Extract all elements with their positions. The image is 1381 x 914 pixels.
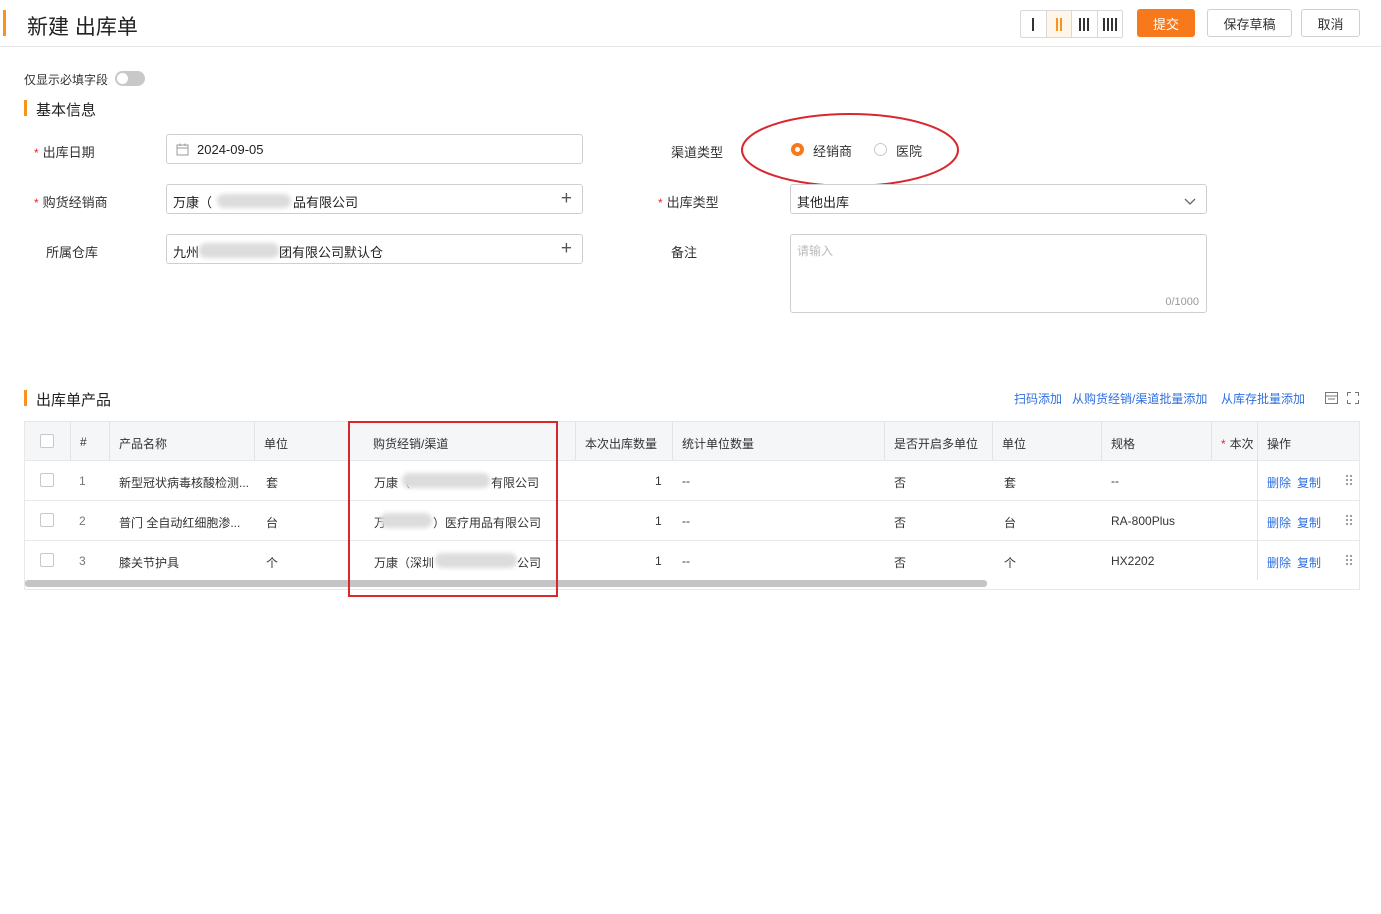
batch-add-from-dealer-link[interactable]: 从购货经销/渠道批量添加 [1072, 390, 1207, 407]
submit-button[interactable]: 提交 [1137, 9, 1195, 37]
table-row: 1 新型冠状病毒核酸检测... 套 万康（ 有限公司 1 -- 否 套 -- 删… [25, 460, 1359, 501]
row-checkbox[interactable] [40, 553, 54, 567]
highlight-rectangle [348, 421, 558, 597]
dealer-label: * 购货经销商 [34, 195, 108, 210]
warehouse-label: 所属仓库 [46, 245, 99, 260]
chevron-down-icon [1184, 194, 1196, 209]
add-warehouse-icon[interactable]: + [561, 239, 572, 259]
page-header: 新建 出库单 提交 保存草稿 取消 [0, 0, 1381, 47]
row-checkbox[interactable] [40, 513, 54, 527]
section-accent-bar [24, 100, 27, 116]
drag-handle-icon[interactable] [1345, 474, 1353, 486]
column-layout-switcher [1020, 10, 1123, 38]
table-row: 2 普门 全自动红细胞渗... 台 万 ）医疗用品有限公司 1 -- 否 台 R… [25, 500, 1359, 541]
column-settings-icon[interactable] [1325, 392, 1338, 407]
outtype-select[interactable]: 其他出库 [790, 184, 1207, 214]
row-checkbox[interactable] [40, 473, 54, 487]
scan-add-link[interactable]: 扫码添加 [1014, 390, 1062, 407]
select-all-checkbox[interactable] [40, 434, 54, 448]
delete-row-button[interactable]: 删除 [1267, 474, 1291, 491]
cancel-button[interactable]: 取消 [1301, 9, 1360, 37]
table-row: 3 膝关节护具 个 万康（深圳 公司 1 -- 否 个 HX2202 删除 复制 [25, 540, 1359, 580]
warehouse-field[interactable]: 九州 团有限公司默认仓 + [166, 234, 583, 264]
remark-label: 备注 [671, 245, 698, 260]
title-accent-bar [3, 10, 6, 36]
layout-3-column-button[interactable] [1072, 11, 1098, 37]
batch-add-from-stock-link[interactable]: 从库存批量添加 [1221, 390, 1305, 407]
drag-handle-icon[interactable] [1345, 554, 1353, 566]
section-accent-bar [24, 390, 27, 406]
drag-handle-icon[interactable] [1345, 514, 1353, 526]
highlight-ellipse [741, 113, 959, 187]
remark-char-count: 0/1000 [1165, 296, 1199, 308]
dealer-field[interactable]: 万康（ 品有限公司 + [166, 184, 583, 214]
copy-row-button[interactable]: 复制 [1297, 554, 1321, 571]
layout-2-column-button[interactable] [1046, 11, 1072, 37]
redacted-blur [199, 243, 279, 258]
layout-1-column-button[interactable] [1021, 11, 1047, 37]
page-title: 新建 出库单 [27, 16, 138, 39]
fullscreen-icon[interactable] [1347, 392, 1359, 407]
save-draft-button[interactable]: 保存草稿 [1207, 9, 1292, 37]
layout-4-column-button[interactable] [1098, 11, 1123, 37]
basic-info-title: 基本信息 [36, 102, 97, 119]
calendar-icon [176, 143, 189, 159]
delete-row-button[interactable]: 删除 [1267, 514, 1291, 531]
products-table: # 产品名称 单位 购货经销/渠道 本次出库数量 统计单位数量 是否开启多单位 … [24, 421, 1360, 590]
redacted-blur [217, 194, 291, 208]
remark-textarea[interactable]: 请输入 0/1000 [790, 234, 1207, 313]
table-header: # 产品名称 单位 购货经销/渠道 本次出库数量 统计单位数量 是否开启多单位 … [25, 422, 1359, 461]
outtype-label: * 出库类型 [658, 195, 719, 210]
products-section-title: 出库单产品 [36, 392, 112, 409]
copy-row-button[interactable]: 复制 [1297, 474, 1321, 491]
add-dealer-icon[interactable]: + [561, 189, 572, 209]
date-label: * 出库日期 [34, 145, 95, 160]
copy-row-button[interactable]: 复制 [1297, 514, 1321, 531]
date-field[interactable]: 2024-09-05 [166, 134, 583, 164]
required-only-label: 仅显示必填字段 [24, 73, 109, 87]
required-only-switch[interactable] [115, 71, 145, 86]
delete-row-button[interactable]: 删除 [1267, 554, 1291, 571]
channel-type-label: 渠道类型 [671, 145, 724, 160]
